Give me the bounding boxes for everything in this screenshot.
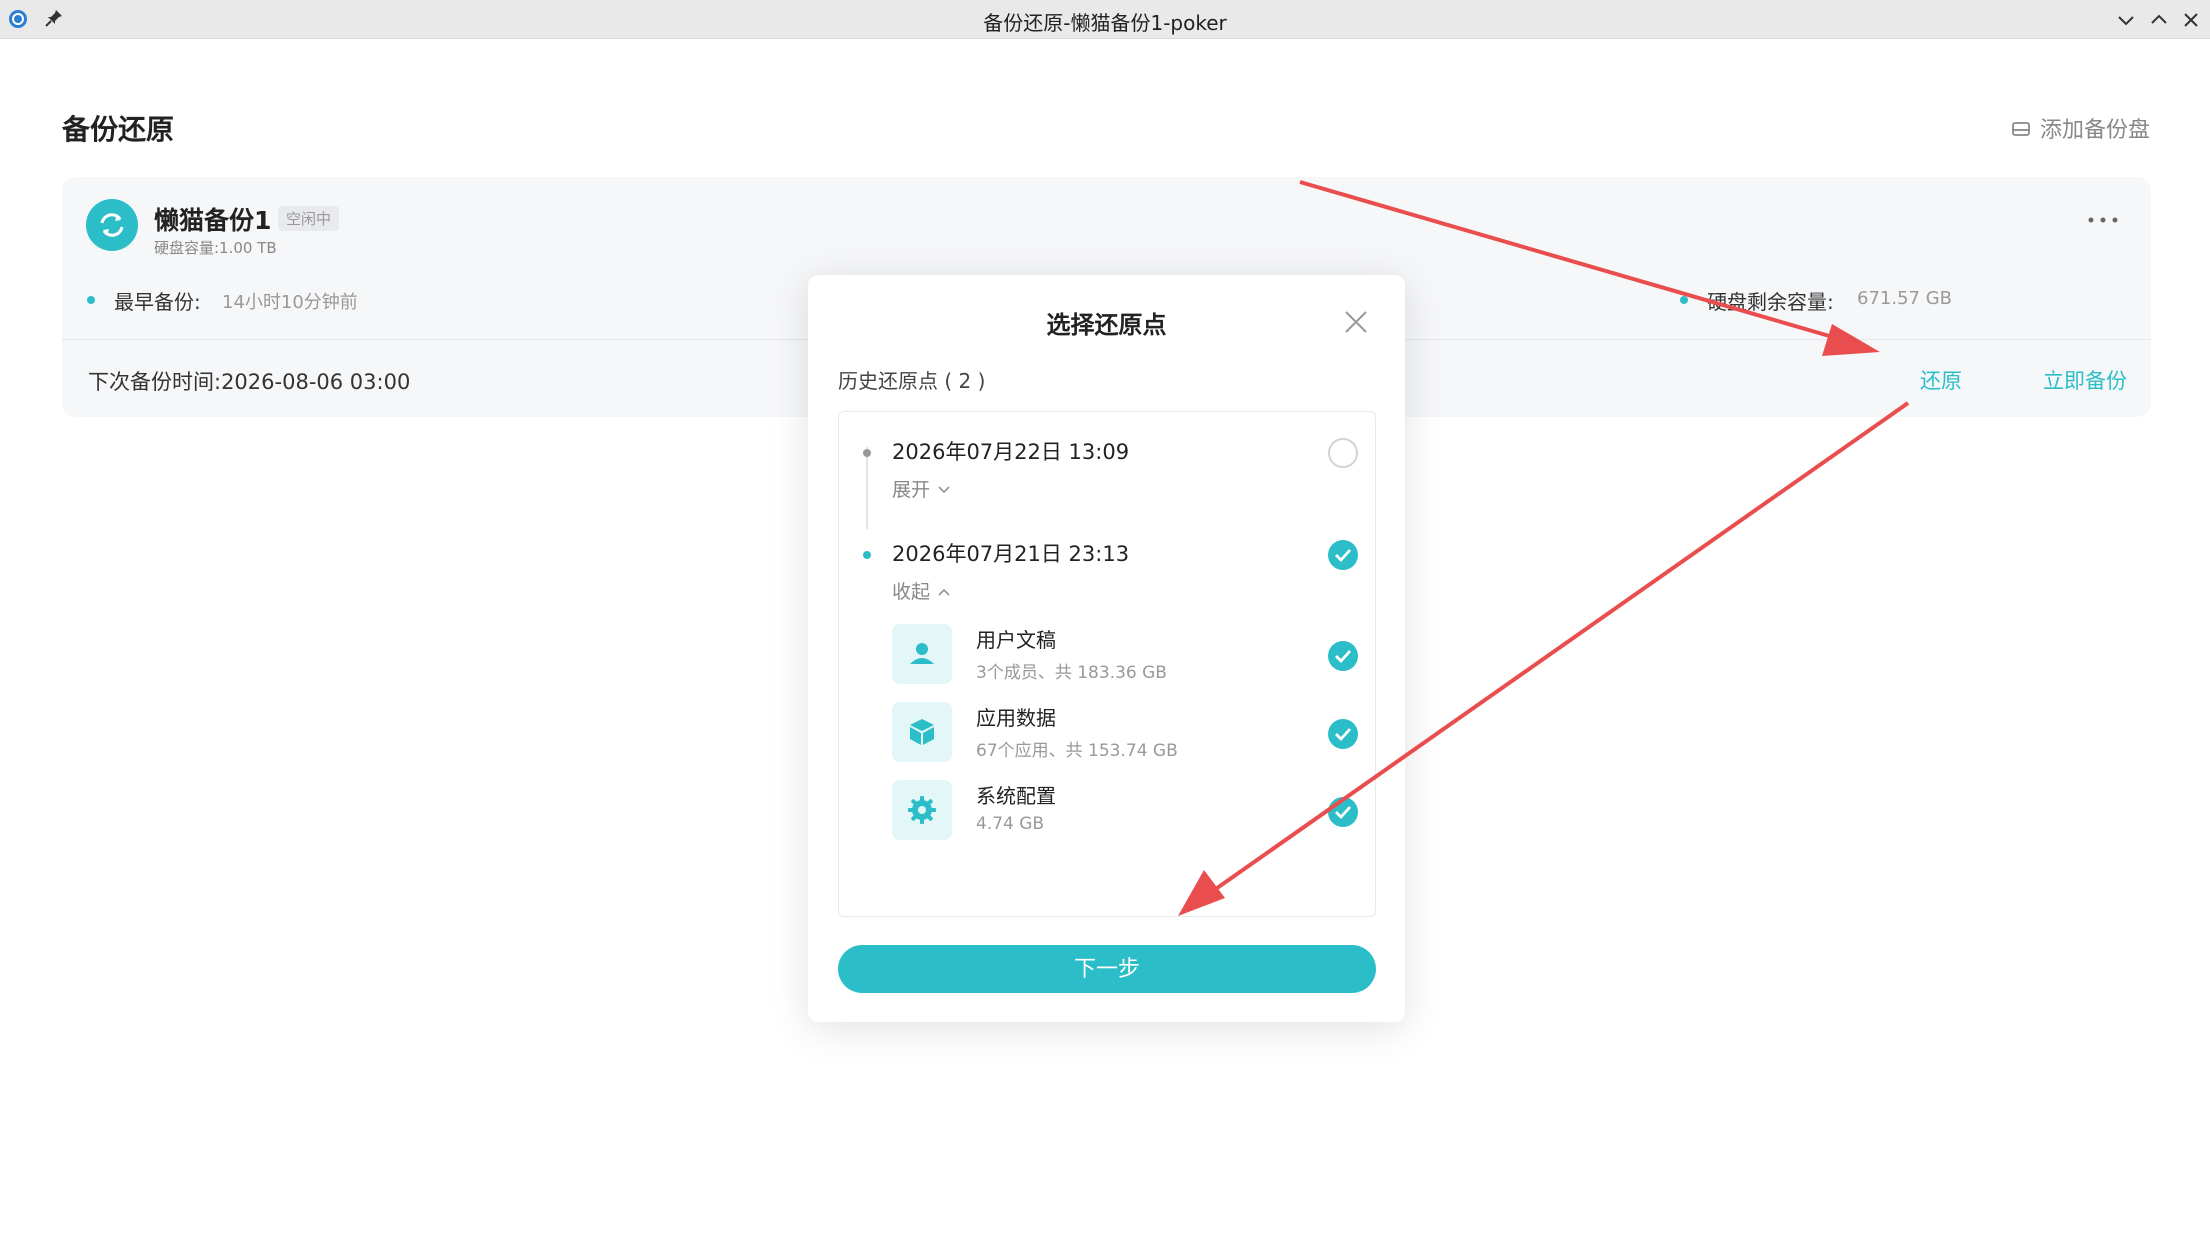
minimize-button[interactable] — [2113, 7, 2139, 33]
restore-point-list: 2026年07月22日 13:09 展开 2026年07月21日 23:13 收… — [838, 411, 1376, 917]
check-icon — [1335, 728, 1352, 742]
add-backup-disk-button[interactable]: 添加备份盘 — [2010, 112, 2150, 144]
close-icon[interactable] — [1343, 309, 1369, 335]
timeline-dot — [863, 449, 871, 457]
history-section-label: 历史还原点 ( 2 ) — [838, 369, 986, 393]
status-badge: 空闲中 — [278, 206, 340, 231]
backup-now-link[interactable]: 立即备份 — [2043, 365, 2127, 395]
window-title: 备份还原-懒猫备份1-poker — [983, 11, 1227, 35]
item-meta: 3个成员、共 183.36 GB — [976, 663, 1167, 683]
item-checkbox[interactable] — [1328, 719, 1358, 749]
timeline-line — [866, 447, 868, 529]
disk-capacity: 硬盘容量:1.00 TB — [154, 239, 277, 257]
user-docs-icon-box — [892, 624, 952, 684]
app-data-icon-box — [892, 702, 952, 762]
collapse-toggle[interactable]: 收起 — [892, 577, 952, 604]
item-meta: 4.74 GB — [976, 814, 1045, 834]
earliest-backup-value: 14小时10分钟前 — [222, 292, 358, 313]
timeline-dot — [863, 551, 871, 559]
remaining-capacity-label: 硬盘剩余容量: — [1707, 290, 1834, 314]
maximize-button[interactable] — [2146, 7, 2172, 33]
item-name: 应用数据 — [976, 706, 1056, 730]
page-title: 备份还原 — [62, 113, 175, 146]
dialog-title: 选择还原点 — [1046, 311, 1167, 339]
backup-disk-name: 懒猫备份1 — [154, 206, 272, 235]
remaining-capacity-value: 671.57 GB — [1857, 288, 1953, 309]
restore-point-radio[interactable] — [1328, 438, 1358, 468]
item-checkbox[interactable] — [1328, 641, 1358, 671]
next-backup-time: 下次备份时间:2026-08-06 03:00 — [88, 370, 411, 394]
restore-point-dialog: 选择还原点 历史还原点 ( 2 ) 2026年07月22日 13:09 展开 2… — [808, 275, 1405, 1022]
chevron-up-icon — [2151, 14, 2167, 24]
expand-label: 展开 — [892, 479, 931, 501]
system-config-icon-box — [892, 780, 952, 840]
earliest-backup-label: 最早备份: — [114, 290, 201, 314]
restore-link[interactable]: 还原 — [1920, 365, 1962, 395]
remaining-capacity-dot — [1680, 296, 1688, 304]
chevron-up-icon — [938, 588, 950, 596]
expand-toggle[interactable]: 展开 — [892, 475, 952, 502]
item-name: 系统配置 — [976, 784, 1056, 808]
check-icon — [1335, 549, 1352, 563]
next-step-button[interactable]: 下一步 — [838, 945, 1376, 993]
check-icon — [1335, 806, 1352, 820]
restore-point-date[interactable]: 2026年07月22日 13:09 — [892, 436, 1129, 466]
item-meta: 67个应用、共 153.74 GB — [976, 741, 1178, 761]
restore-point-date[interactable]: 2026年07月21日 23:13 — [892, 538, 1129, 568]
chevron-down-icon — [2118, 16, 2134, 26]
backup-disk-avatar — [86, 199, 138, 251]
close-icon — [2184, 13, 2198, 27]
window-titlebar: 备份还原-懒猫备份1-poker — [0, 0, 2210, 39]
earliest-backup-dot — [87, 296, 95, 304]
check-icon — [1335, 650, 1352, 664]
more-options-icon[interactable] — [2085, 215, 2121, 225]
user-icon — [910, 643, 934, 664]
restore-point-checkbox[interactable] — [1328, 540, 1358, 570]
close-window-button[interactable] — [2178, 7, 2204, 33]
collapse-label: 收起 — [892, 581, 931, 603]
disk-icon — [2012, 122, 2030, 136]
cube-icon — [910, 719, 934, 745]
item-name: 用户文稿 — [976, 628, 1056, 652]
add-backup-disk-label: 添加备份盘 — [2039, 118, 2150, 143]
sync-icon — [100, 213, 124, 237]
item-checkbox[interactable] — [1328, 797, 1358, 827]
chevron-down-icon — [938, 486, 950, 494]
gear-icon — [908, 796, 936, 824]
